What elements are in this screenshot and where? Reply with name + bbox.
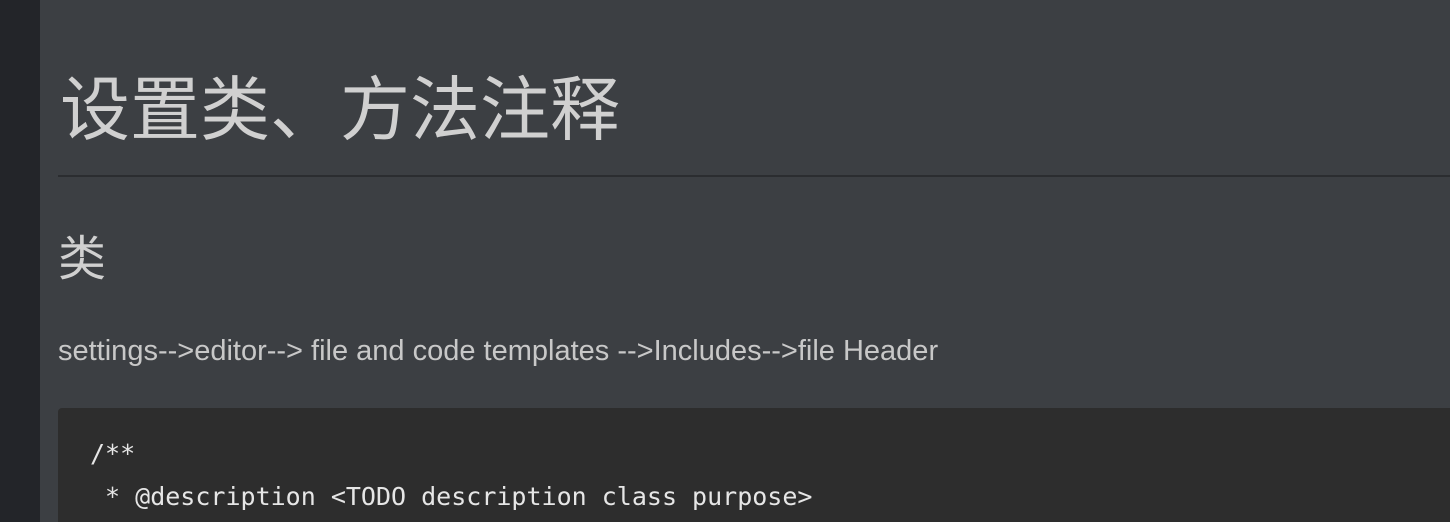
- section-heading: 类: [58, 231, 107, 287]
- code-line: * @description <TODO description class p…: [90, 482, 813, 511]
- title-divider: [58, 175, 1450, 177]
- page-title: 设置类、方法注释: [60, 69, 620, 151]
- code-line: /**: [90, 439, 136, 468]
- article-content: 设置类、方法注释 类 settings-->editor--> file and…: [40, 0, 1450, 522]
- code-block[interactable]: /** * @description <TODO description cla…: [58, 408, 1450, 522]
- sidebar-strip: [0, 0, 40, 522]
- settings-path-text: settings-->editor--> file and code templ…: [58, 335, 939, 367]
